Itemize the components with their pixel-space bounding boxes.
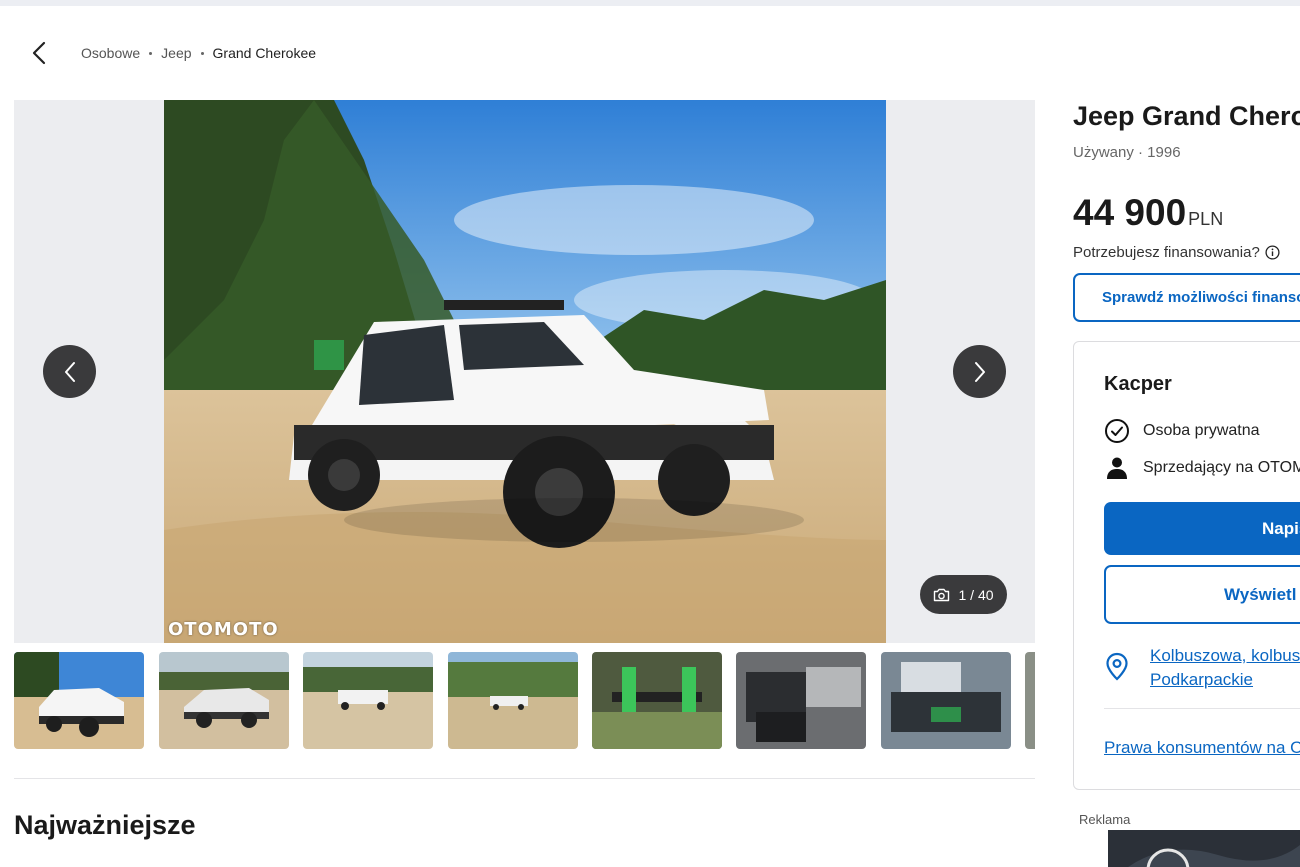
finance-check-button[interactable]: Sprawdź możliwości finansowania	[1073, 273, 1300, 322]
thumbnail-5[interactable]	[592, 652, 722, 749]
check-circle-icon	[1105, 419, 1129, 443]
listing-title: Jeep Grand Cherokee	[1073, 101, 1300, 131]
breadcrumb-item-osobowe[interactable]: Osobowe	[81, 45, 140, 61]
chevron-left-icon	[32, 41, 46, 65]
ad-banner[interactable]	[1108, 830, 1300, 867]
thumbnail-4[interactable]	[448, 652, 578, 749]
seller-location: Kolbuszowa, kolbuszowski, Podkarpackie	[1104, 644, 1300, 692]
otomoto-watermark: OTOMOTO	[168, 619, 279, 640]
breadcrumb: Osobowe Jeep Grand Cherokee	[28, 38, 316, 68]
thumbnail-7[interactable]	[881, 652, 1011, 749]
breadcrumb-separator	[149, 51, 153, 55]
breadcrumb-separator	[200, 51, 204, 55]
photo-gallery: OTOMOTO 1 / 40	[14, 100, 1035, 643]
thumbnail-8[interactable]	[1025, 652, 1035, 749]
main-photo[interactable]: OTOMOTO	[164, 100, 886, 643]
show-phone-button[interactable]: Wyświetl	[1104, 565, 1300, 624]
photo-counter-text: 1 / 40	[958, 586, 994, 603]
back-button[interactable]	[28, 38, 50, 68]
breadcrumb-item-grand-cherokee[interactable]: Grand Cherokee	[213, 45, 317, 61]
card-divider	[1104, 708, 1300, 709]
location-pin-icon	[1106, 652, 1128, 681]
thumbnail-6[interactable]	[736, 652, 866, 749]
gallery-next-button[interactable]	[953, 345, 1006, 398]
location-line-2[interactable]: Podkarpackie	[1150, 668, 1300, 692]
section-title-highlights: Najważniejsze	[14, 810, 196, 840]
price: 44 900 PLN	[1073, 192, 1223, 234]
top-bar	[0, 0, 1300, 6]
location-line-1[interactable]: Kolbuszowa, kolbuszowski,	[1150, 644, 1300, 668]
seller-type-row: Osoba prywatna	[1104, 418, 1260, 444]
chevron-right-icon	[974, 361, 985, 382]
seller-since: Sprzedający na OTOMOTO	[1143, 459, 1300, 476]
thumbnail-2[interactable]	[159, 652, 289, 749]
seller-type: Osoba prywatna	[1143, 422, 1260, 439]
consumer-rights-link[interactable]: Prawa konsumentów na OTOMOTO	[1104, 738, 1300, 758]
finance-question: Potrzebujesz finansowania?	[1073, 244, 1280, 261]
seller-card: Kacper Osoba prywatna Sprzedający na OTO…	[1073, 341, 1300, 790]
gallery-prev-button[interactable]	[43, 345, 96, 398]
price-amount: 44 900	[1073, 192, 1187, 233]
seller-since-row: Sprzedający na OTOMOTO	[1104, 455, 1300, 481]
thumbnail-1[interactable]	[14, 652, 144, 749]
ad-label: Reklama	[1079, 812, 1131, 827]
listing-subtitle: Używany · 1996	[1073, 144, 1181, 161]
photo-counter[interactable]: 1 / 40	[920, 575, 1007, 614]
price-currency: PLN	[1188, 209, 1224, 229]
camera-icon	[934, 588, 950, 601]
thumbnail-3[interactable]	[303, 652, 433, 749]
seller-name: Kacper	[1104, 373, 1172, 395]
chevron-left-icon	[64, 361, 75, 382]
info-icon[interactable]	[1265, 245, 1280, 260]
finance-question-text: Potrzebujesz finansowania?	[1073, 244, 1260, 261]
user-icon	[1107, 457, 1127, 479]
breadcrumb-item-jeep[interactable]: Jeep	[161, 45, 191, 61]
location-link[interactable]: Kolbuszowa, kolbuszowski, Podkarpackie	[1150, 644, 1300, 692]
section-divider	[14, 778, 1035, 779]
thumbnail-strip	[14, 652, 1035, 750]
write-message-button[interactable]: Napisz	[1104, 502, 1300, 555]
